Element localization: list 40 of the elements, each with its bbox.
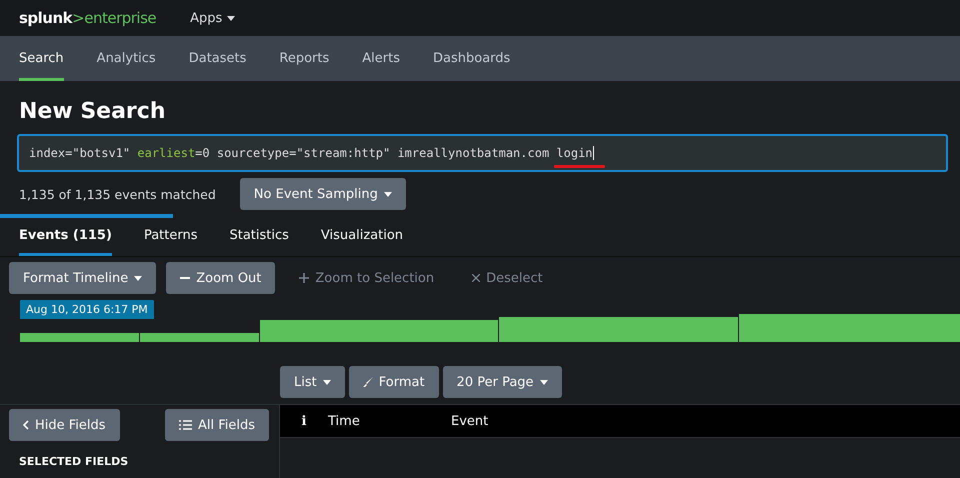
- column-header: Event: [451, 414, 490, 428]
- chevron-left-icon: [23, 420, 29, 430]
- caret-icon: [540, 380, 548, 384]
- view-button[interactable]: List: [280, 366, 345, 398]
- timeline-button[interactable]: Format Timeline: [9, 262, 156, 294]
- apps-menu[interactable]: Apps: [190, 10, 236, 26]
- minus-icon: [180, 277, 190, 279]
- fields-button[interactable]: All Fields: [164, 409, 269, 441]
- search-field[interactable]: index="botsv1" earliest=0 sourcetype="stream:http" imreallynotbatman.com login: [17, 134, 948, 172]
- nav-tab[interactable]: Datasets: [188, 36, 246, 81]
- view-button[interactable]: Format: [348, 366, 439, 398]
- results-tab[interactable]: Events (115): [19, 218, 112, 256]
- column-header: Time: [328, 414, 361, 428]
- brush-icon: [362, 377, 373, 387]
- plus-icon: [299, 273, 310, 283]
- fields-button[interactable]: Hide Fields: [9, 409, 120, 441]
- page-title: New Search: [18, 98, 166, 126]
- caret-icon: [384, 192, 392, 196]
- caret-icon: [227, 16, 236, 20]
- results-tab[interactable]: Patterns: [144, 218, 198, 256]
- column-header: i: [300, 414, 308, 428]
- view-button[interactable]: 20 Per Page: [442, 366, 562, 398]
- nav-tab[interactable]: Dashboards: [433, 36, 510, 81]
- results-tab[interactable]: Statistics: [229, 218, 289, 256]
- nav-tab[interactable]: Search: [19, 36, 64, 81]
- caret-icon: [134, 276, 142, 280]
- nav-tab[interactable]: Alerts: [362, 36, 400, 81]
- nav-tab[interactable]: Analytics: [96, 36, 156, 81]
- caret-icon: [322, 380, 331, 384]
- nav-tab[interactable]: Reports: [279, 36, 330, 81]
- results-tab[interactable]: Visualization: [320, 218, 404, 256]
- timeline-tooltip: Aug 10, 2016 6:17 PM: [20, 300, 154, 319]
- close-icon: [472, 274, 480, 282]
- events-matched-text: 1,135 of 1,135 events matched: [19, 186, 216, 202]
- underline-mark: [554, 165, 605, 168]
- splunk-logo: splunk>enterprise: [19, 9, 156, 27]
- section-heading: SELECTED FIELDS: [18, 454, 130, 468]
- timeline-button[interactable]: Zoom Out: [166, 262, 276, 294]
- list-icon: [178, 420, 192, 430]
- sampling-dropdown[interactable]: No Event Sampling: [240, 178, 406, 210]
